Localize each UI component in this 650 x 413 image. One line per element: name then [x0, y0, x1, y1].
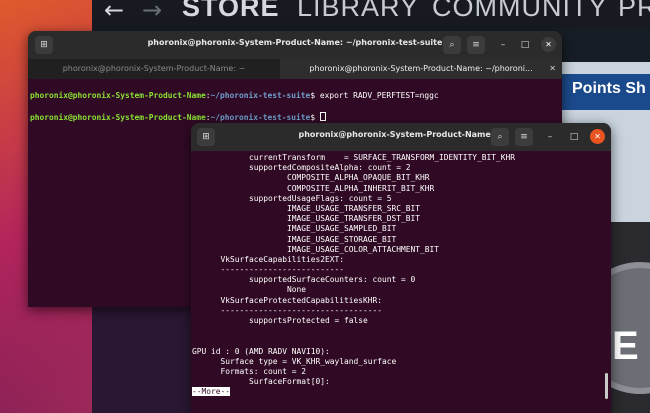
- tab-phoronix-test-suite[interactable]: phoronix@phoronix-System-Product-Name: ~…: [280, 59, 562, 79]
- steam-nav-library[interactable]: LIBRARY: [297, 0, 419, 23]
- tab-phoronix-test-suite-label: phoronix@phoronix-System-Product-Name: ~…: [309, 64, 533, 73]
- terminal-line: supportedCompositeAlpha: count = 2: [192, 163, 411, 173]
- menu-icon[interactable]: ≡: [467, 36, 485, 54]
- steam-nav-store[interactable]: STORE: [182, 0, 280, 23]
- terminal-1-titlebar[interactable]: ⊞ phoronix@phoronix-System-Product-Name:…: [28, 31, 562, 59]
- terminal-line: SurfaceFormat[0]:: [192, 377, 330, 387]
- terminal-line: GPU id : 0 (AMD RADV NAVI10):: [192, 346, 330, 356]
- terminal-window-2[interactable]: ⊞ phoronix@phoronix-System-Product-Name:…: [191, 123, 611, 413]
- terminal-line: --------------------------: [192, 265, 345, 275]
- terminal-line: phoronix@phoronix-System-Product-Name:~/…: [30, 111, 562, 123]
- forward-arrow-icon[interactable]: →: [142, 0, 162, 24]
- terminal-line: IMAGE_USAGE_STORAGE_BIT: [192, 234, 397, 244]
- maximize-icon[interactable]: □: [517, 36, 533, 54]
- back-arrow-icon[interactable]: ←: [104, 0, 124, 24]
- terminal-line: Surface type = VK_KHR_wayland_surface: [192, 356, 397, 366]
- terminal-line: currentTransform = SURFACE_TRANSFORM_IDE…: [192, 153, 516, 162]
- terminal-line: IMAGE_USAGE_COLOR_ATTACHMENT_BIT: [192, 244, 440, 254]
- points-shop-banner[interactable]: Points Sh: [562, 74, 650, 110]
- text-cursor: [319, 111, 326, 121]
- steam-nav-profile[interactable]: PR: [618, 0, 650, 23]
- terminal-line: IMAGE_USAGE_SAMPLED_BIT: [192, 224, 397, 234]
- points-shop-label: Points Sh: [572, 80, 646, 97]
- terminal-line: IMAGE_USAGE_TRANSFER_SRC_BIT: [192, 203, 421, 213]
- prompt-path: ~/phoronix-test-suite: [210, 91, 311, 101]
- menu-icon[interactable]: ≡: [515, 128, 533, 146]
- prompt-user: phoronix@phoronix-System-Product-Name: [30, 112, 206, 122]
- terminal-line: COMPOSITE_ALPHA_INHERIT_BIT_KHR: [192, 183, 435, 193]
- terminal-line: None: [192, 285, 307, 295]
- steam-nav-bar: ← → STORE LIBRARY COMMUNITY PR: [92, 0, 650, 28]
- terminal-2-scrollbar[interactable]: [605, 373, 608, 399]
- terminal-line: supportedSurfaceCounters: count = 0: [192, 275, 416, 285]
- pager-more-prompt: --More--: [192, 387, 231, 397]
- search-icon[interactable]: ⌕: [491, 128, 509, 146]
- terminal-line: COMPOSITE_ALPHA_OPAQUE_BIT_KHR: [192, 173, 430, 183]
- terminal-line: VkSurfaceProtectedCapabilitiesKHR:: [192, 295, 383, 305]
- terminal-1-tabbar: phoronix@phoronix-System-Product-Name: ~…: [28, 59, 562, 79]
- tab-close-icon[interactable]: ✕: [549, 59, 556, 79]
- search-icon[interactable]: ⌕: [443, 36, 461, 54]
- minimize-icon[interactable]: –: [542, 128, 558, 146]
- pager-line: --More--: [192, 387, 611, 397]
- terminal-line: phoronix@phoronix-System-Product-Name:~/…: [30, 91, 439, 101]
- store-art-letter: E: [612, 324, 639, 368]
- terminal-line: ----------------------------------: [192, 305, 383, 315]
- terminal-line: supportsProtected = false: [192, 316, 368, 325]
- tab-home-label: phoronix@phoronix-System-Product-Name: ~: [62, 64, 246, 73]
- terminal-2-output[interactable]: currentTransform = SURFACE_TRANSFORM_IDE…: [191, 153, 611, 413]
- minimize-icon[interactable]: –: [495, 36, 511, 54]
- terminal-line: VkSurfaceCapabilities2EXT:: [192, 254, 345, 264]
- terminal-line: IMAGE_USAGE_TRANSFER_DST_BIT: [192, 214, 421, 224]
- steam-nav-community[interactable]: COMMUNITY: [432, 0, 607, 23]
- tab-home[interactable]: phoronix@phoronix-System-Product-Name: ~: [28, 59, 280, 79]
- command-text: export RADV_PERFTEST=nggc: [319, 91, 439, 101]
- prompt-path: ~/phoronix-test-suite: [210, 112, 311, 122]
- close-icon[interactable]: ✕: [541, 37, 556, 52]
- close-icon[interactable]: ✕: [590, 129, 605, 144]
- terminal-line: Formats: count = 2: [192, 366, 307, 376]
- maximize-icon[interactable]: □: [566, 128, 582, 146]
- terminal-2-titlebar[interactable]: ⊞ phoronix@phoronix-System-Product-Name:…: [191, 123, 611, 151]
- terminal-line: supportedUsageFlags: count = 5: [192, 193, 392, 203]
- prompt-user: phoronix@phoronix-System-Product-Name: [30, 91, 206, 101]
